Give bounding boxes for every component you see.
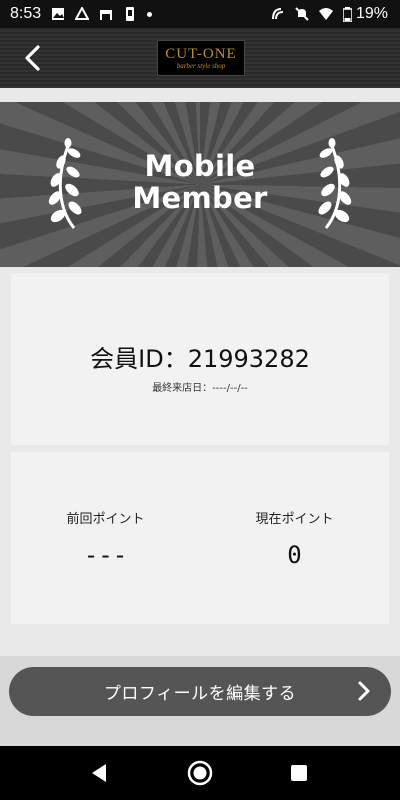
nav-back-icon[interactable] — [88, 762, 110, 784]
previous-points: 前回ポイント --- — [11, 508, 200, 569]
mobile-member-banner: Mobile Member — [0, 102, 400, 267]
member-id: 会員ID：21993282 — [90, 345, 310, 373]
battery-icon — [342, 6, 352, 22]
edit-profile-button[interactable]: プロフィールを編集する — [9, 667, 391, 716]
store-icon — [100, 10, 113, 20]
previous-points-label: 前回ポイント — [66, 512, 145, 527]
image-icon — [52, 8, 65, 20]
status-right: 19% — [271, 5, 388, 23]
nfc-icon — [271, 8, 284, 20]
shop-logo: CUT-ONE barber style shop — [157, 40, 245, 76]
mute-icon — [295, 7, 309, 21]
battery: 19% — [342, 5, 388, 23]
current-points: 現在ポイント 0 — [200, 508, 389, 569]
status-left: 8:53 — [10, 5, 153, 23]
points-card: 前回ポイント --- 現在ポイント 0 — [11, 452, 389, 624]
drive-icon — [75, 7, 90, 20]
status-bar: 8:53 19% — [0, 0, 400, 28]
back-arrow-icon — [25, 45, 40, 71]
current-points-label: 現在ポイント — [255, 512, 334, 527]
wifi-icon — [318, 8, 333, 20]
member-id-card: 会員ID：21993282 最終来店日：----/--/-- — [11, 273, 389, 445]
app-header: CUT-ONE barber style shop — [0, 28, 400, 88]
last-visit-date: 最終来店日：----/--/-- — [152, 383, 248, 394]
navigation-bar — [0, 746, 400, 800]
back-button[interactable] — [18, 40, 46, 76]
nav-home-icon[interactable] — [187, 760, 213, 786]
notification-dot-icon — [147, 11, 153, 17]
edit-profile-label: プロフィールを編集する — [103, 684, 297, 704]
laurel-right-icon — [318, 138, 352, 229]
logo-brand: CUT-ONE — [165, 45, 237, 62]
current-points-value: 0 — [287, 541, 302, 569]
phone-icon — [126, 7, 135, 21]
logo-subtitle: barber style shop — [176, 61, 226, 70]
battery-percent: 19% — [355, 5, 388, 22]
nav-recent-apps-icon[interactable] — [291, 765, 307, 781]
previous-points-value: --- — [83, 541, 128, 569]
chevron-right-icon — [358, 681, 370, 701]
status-time: 8:53 — [10, 5, 42, 22]
